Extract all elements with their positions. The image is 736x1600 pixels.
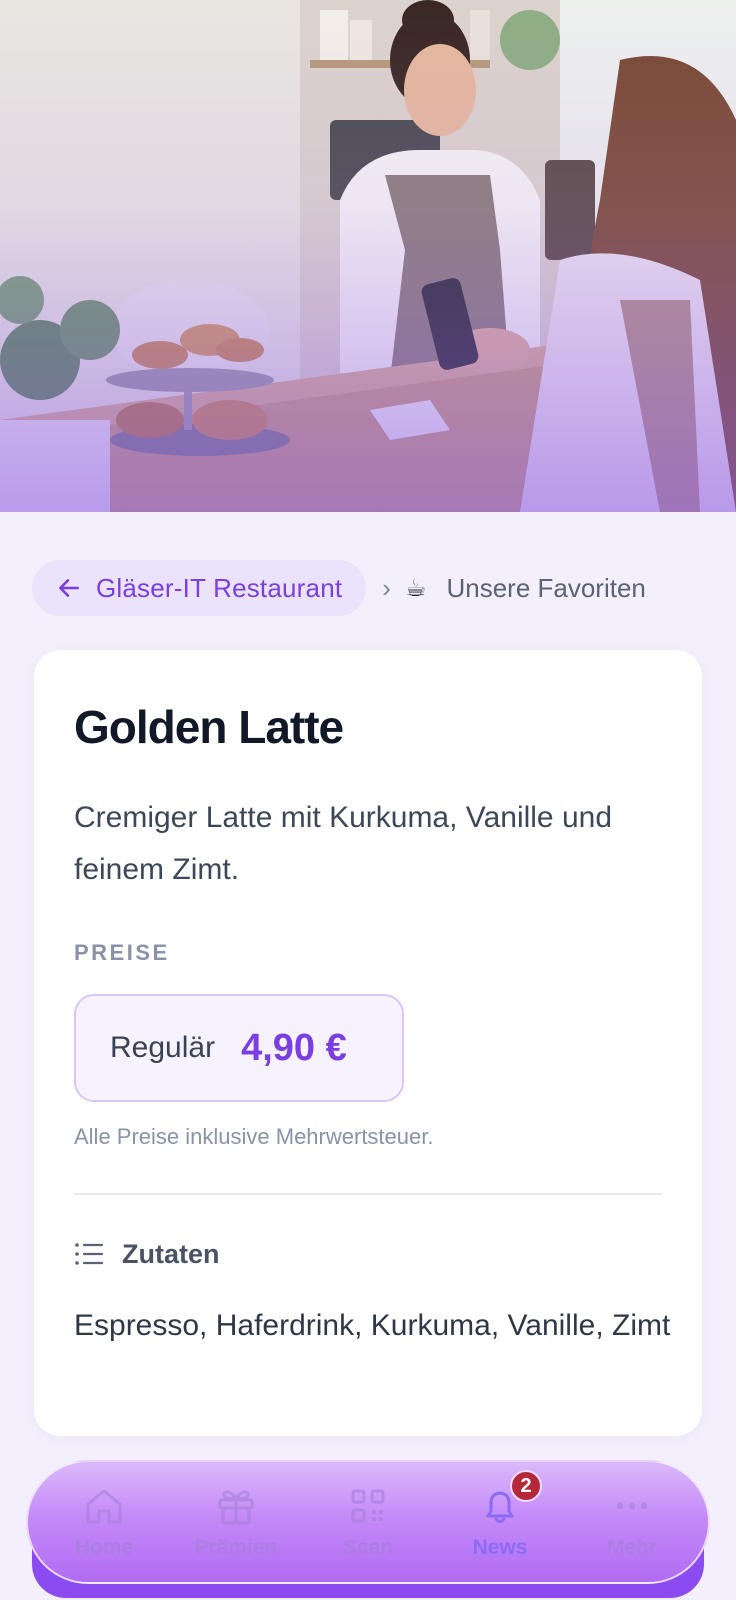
home-icon bbox=[86, 1489, 122, 1524]
nav-item-scan[interactable]: Scan bbox=[308, 1484, 428, 1560]
product-title: Golden Latte bbox=[74, 701, 344, 753]
nav-label: Scan bbox=[342, 1536, 394, 1559]
prices-label: PREISE bbox=[74, 940, 170, 965]
notification-badge: 2 bbox=[510, 1470, 542, 1502]
price-option-name: Regulär bbox=[110, 1031, 216, 1064]
price-option: Regulär 4,90 € bbox=[74, 994, 404, 1102]
hero-image bbox=[0, 0, 736, 512]
chevron-right-icon: › bbox=[382, 572, 391, 603]
qr-scan-icon bbox=[351, 1489, 385, 1523]
bottom-navigation: Home Prämien Scan 2 News Mehr bbox=[26, 1460, 710, 1584]
nav-item-more[interactable]: Mehr bbox=[572, 1484, 692, 1560]
back-label: Gläser-IT Restaurant bbox=[96, 572, 343, 603]
nav-label: Home bbox=[74, 1536, 134, 1559]
back-to-restaurant-button[interactable]: Gläser-IT Restaurant bbox=[32, 560, 367, 616]
breadcrumb-current-category: Unsere Favoriten bbox=[446, 572, 646, 603]
breadcrumb: Gläser-IT Restaurant › ☕ Unsere Favorite… bbox=[32, 560, 712, 616]
more-dots-icon bbox=[616, 1502, 648, 1510]
nav-label: Mehr bbox=[606, 1536, 658, 1559]
ingredients-list: Espresso, Haferdrink, Kurkuma, Vanille, … bbox=[74, 1309, 671, 1342]
divider bbox=[74, 1193, 662, 1195]
vat-note: Alle Preise inklusive Mehrwertsteuer. bbox=[74, 1124, 434, 1149]
nav-label: Prämien bbox=[194, 1536, 278, 1559]
ingredients-header: Zutaten bbox=[74, 1236, 220, 1272]
gift-icon bbox=[218, 1490, 254, 1525]
ingredients-title: Zutaten bbox=[122, 1238, 220, 1269]
list-icon bbox=[75, 1243, 104, 1265]
nav-item-home[interactable]: Home bbox=[44, 1484, 164, 1560]
coffee-cup-icon: ☕ bbox=[404, 574, 427, 602]
arrow-left-icon bbox=[59, 579, 79, 597]
nav-item-rewards[interactable]: Prämien bbox=[176, 1484, 296, 1560]
nav-label: News bbox=[472, 1536, 528, 1559]
price-option-value: 4,90 € bbox=[241, 1026, 347, 1069]
nav-item-news[interactable]: 2 News bbox=[440, 1470, 560, 1560]
product-card: Golden Latte Cremiger Latte mit Kurkuma,… bbox=[34, 650, 702, 1436]
product-description: Cremiger Latte mit Kurkuma, Vanille und … bbox=[74, 801, 613, 886]
